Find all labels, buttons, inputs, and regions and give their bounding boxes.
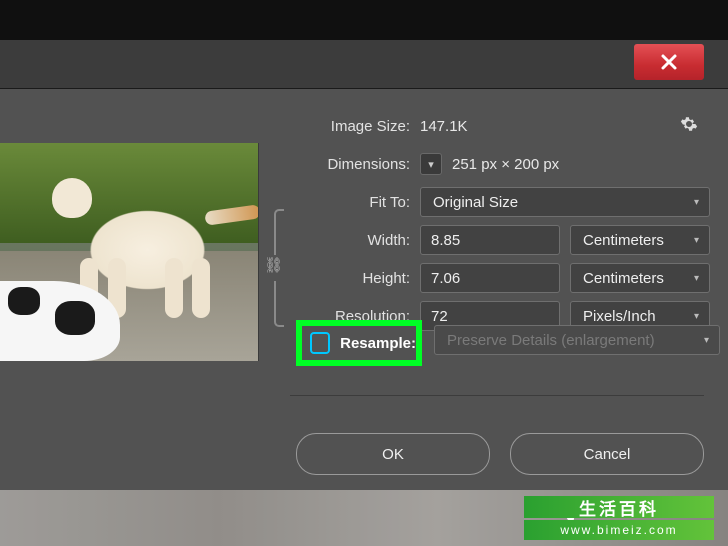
cancel-button[interactable]: Cancel: [510, 433, 704, 475]
resample-checkbox[interactable]: [310, 332, 330, 354]
fit-to-select[interactable]: Original Size ▾: [420, 187, 710, 217]
dimensions-value: 251 px × 200 px: [452, 156, 559, 173]
dimensions-label: Dimensions:: [280, 156, 420, 173]
image-size-label: Image Size:: [280, 118, 420, 135]
chevron-down-icon: ▾: [694, 273, 699, 284]
ok-button[interactable]: OK: [296, 433, 490, 475]
resample-label: Resample:: [340, 335, 416, 352]
dialog-buttons: OK Cancel: [296, 433, 704, 473]
image-preview: [0, 143, 259, 361]
width-input[interactable]: 8.85: [420, 225, 560, 255]
fit-to-label: Fit To:: [280, 194, 420, 211]
dimensions-unit-toggle[interactable]: ▾: [420, 153, 442, 175]
chevron-down-icon: ▾: [428, 158, 434, 171]
chevron-down-icon: ▾: [694, 197, 699, 208]
form-area: Image Size: 147.1K Dimensions: ▾ 251 px …: [280, 107, 710, 335]
image-size-value: 147.1K: [420, 118, 468, 135]
close-icon: [660, 53, 678, 71]
resample-method-select: Preserve Details (enlargement) ▾: [434, 325, 720, 355]
separator: [290, 395, 704, 396]
height-label: Height:: [280, 270, 420, 287]
chevron-down-icon: ▾: [704, 335, 709, 346]
fit-to-value: Original Size: [433, 194, 518, 211]
resample-highlight: Resample:: [296, 320, 422, 366]
width-unit-select[interactable]: Centimeters ▾: [570, 225, 710, 255]
height-input[interactable]: 7.06: [420, 263, 560, 293]
watermark-title: 生活百科: [524, 496, 714, 518]
image-size-dialog: ⛓ Image Size: 147.1K Dimensions: ▾ 251 p…: [0, 88, 728, 491]
chevron-down-icon: ▾: [694, 311, 699, 322]
chevron-down-icon: ▾: [694, 235, 699, 246]
window-close-button[interactable]: [634, 44, 704, 80]
watermark-url: www.bimeiz.com: [524, 520, 714, 540]
watermark: 生活百科 www.bimeiz.com: [524, 496, 714, 540]
screen: ⛓ Image Size: 147.1K Dimensions: ▾ 251 p…: [0, 0, 728, 546]
height-unit-select[interactable]: Centimeters ▾: [570, 263, 710, 293]
app-topbar: [0, 0, 728, 40]
width-label: Width:: [280, 232, 420, 249]
